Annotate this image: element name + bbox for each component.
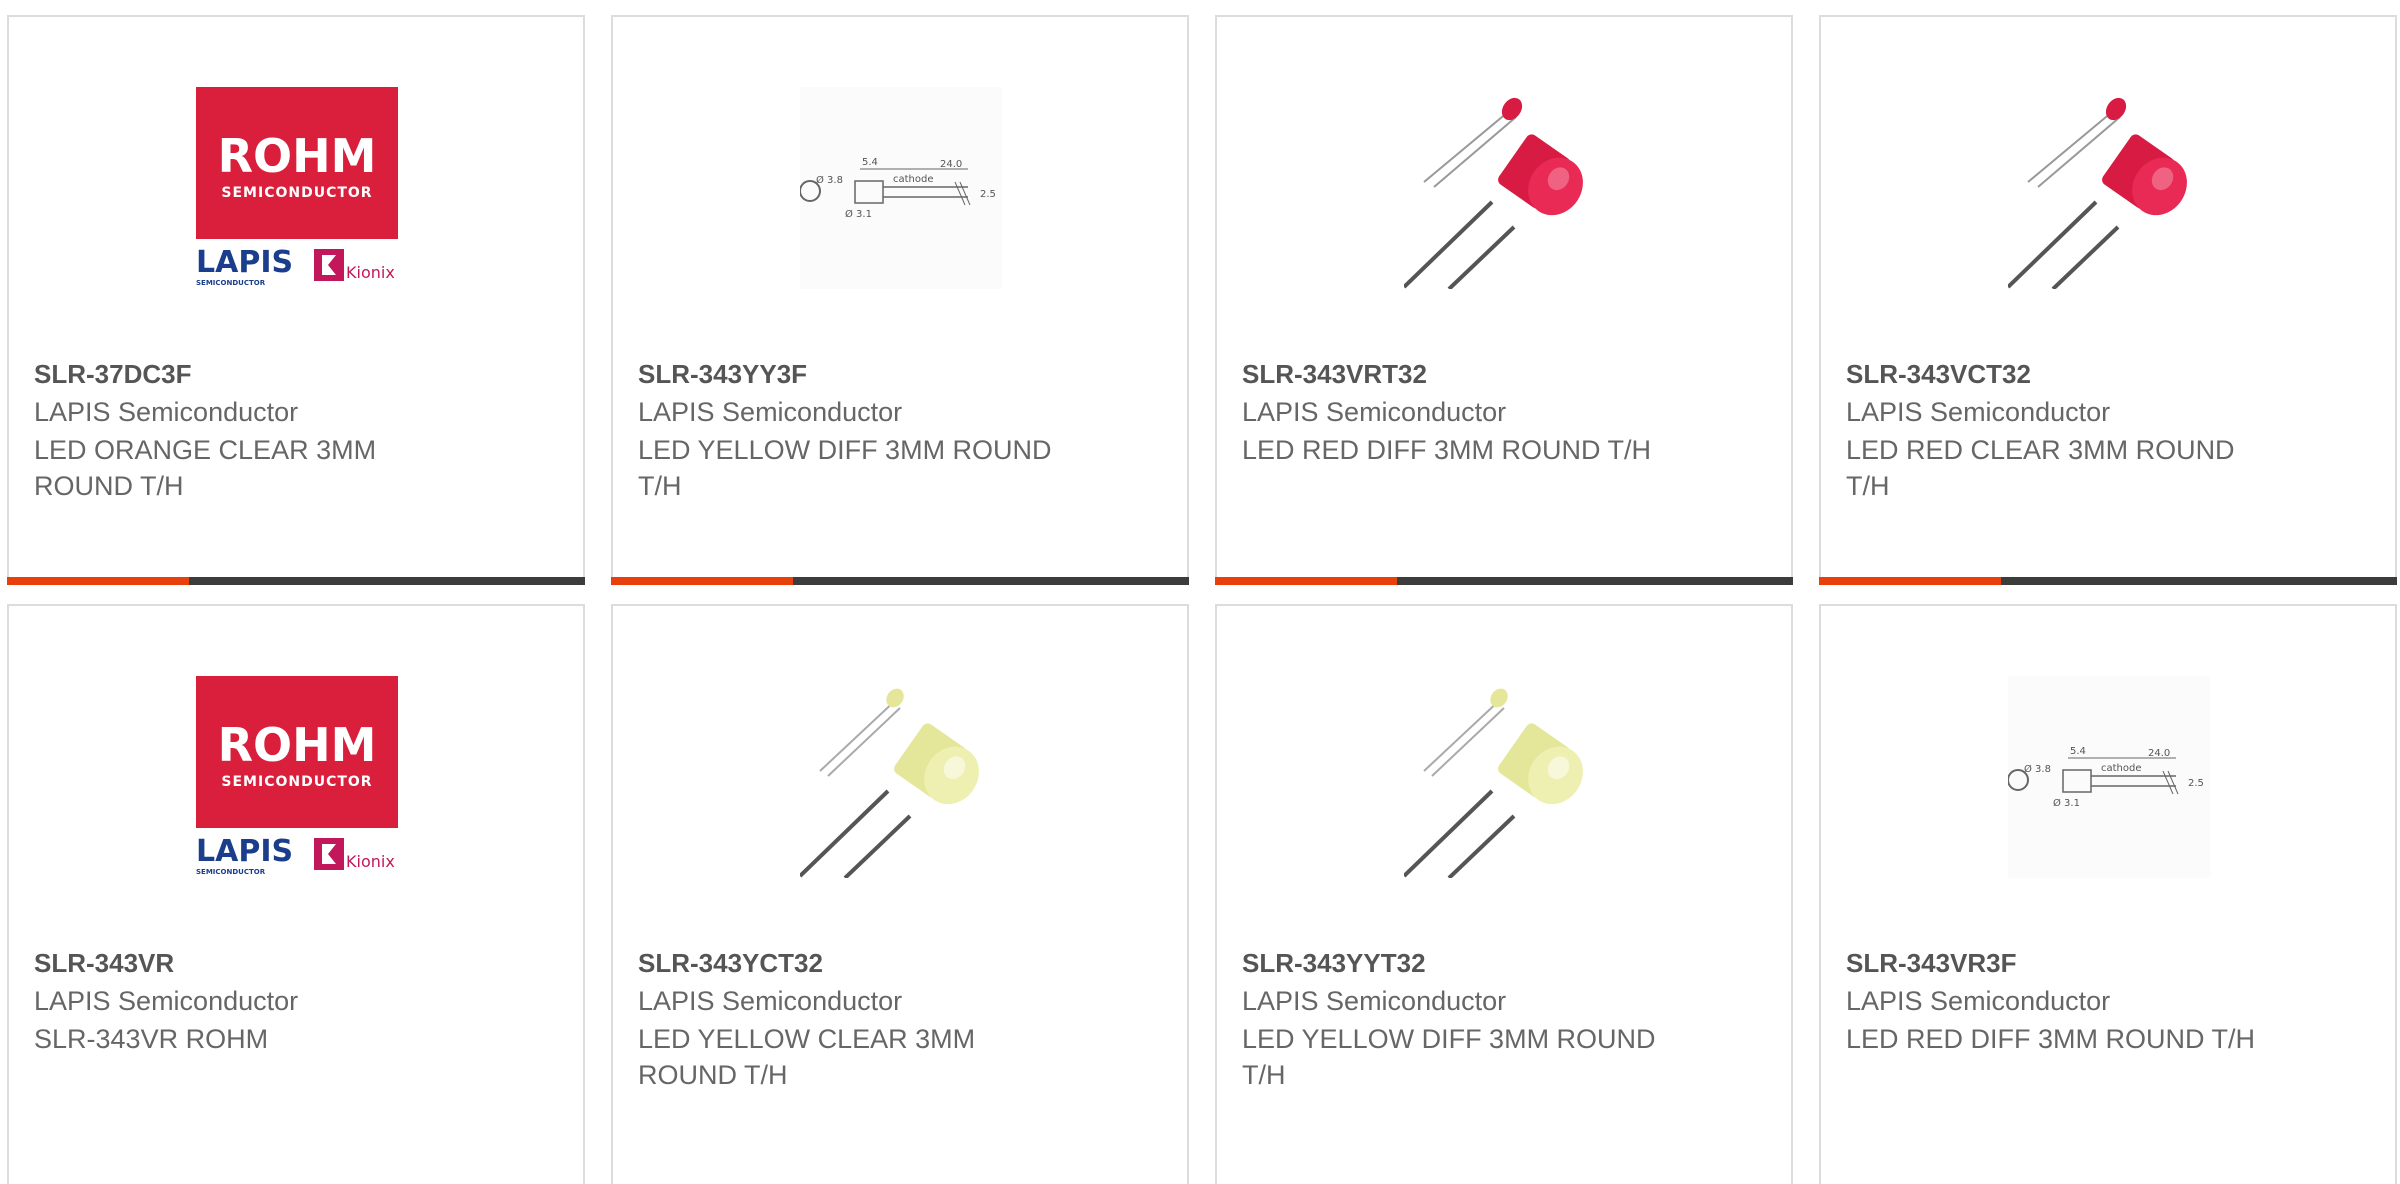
svg-text:2.5: 2.5 bbox=[2188, 778, 2204, 789]
manufacturer-name: LAPIS Semiconductor bbox=[34, 397, 299, 427]
svg-text:Ø 3.8: Ø 3.8 bbox=[2024, 763, 2051, 775]
product-card[interactable]: SLR-343YYT32 LAPIS Semiconductor LED YELLO… bbox=[1215, 604, 1793, 1184]
svg-text:24.0: 24.0 bbox=[940, 159, 962, 170]
product-card[interactable]: ROHM SEMICONDUCTOR LAPIS SEMICONDUCTOR K… bbox=[7, 604, 585, 1184]
led-yellow-photo bbox=[1404, 688, 1583, 878]
lapis-text: LAPIS bbox=[196, 834, 293, 869]
rohm-lapis-kionix-logo: ROHM SEMICONDUCTOR LAPIS SEMICONDUCTOR K… bbox=[196, 87, 398, 287]
product-description: LED RED CLEAR 3MM ROUND T/H bbox=[1846, 435, 2235, 501]
product-grid: ROHM SEMICONDUCTOR LAPIS SEMICONDUCTOR K… bbox=[0, 0, 2400, 1184]
led-yellow-photo bbox=[800, 688, 979, 878]
product-card[interactable]: ROHM SEMICONDUCTOR LAPIS SEMICONDUCTOR K… bbox=[7, 15, 585, 585]
part-number-link[interactable]: SLR-343VR3F bbox=[1846, 948, 2017, 979]
card-accent-bar bbox=[1215, 577, 1397, 585]
kionix-text: Kionix bbox=[346, 852, 395, 871]
manufacturer-name: LAPIS Semiconductor bbox=[638, 397, 903, 427]
rohm-text: ROHM bbox=[218, 718, 377, 772]
manufacturer-name: LAPIS Semiconductor bbox=[1242, 397, 1507, 427]
led-red-photo bbox=[2008, 97, 2187, 289]
rohm-lapis-kionix-logo: ROHM SEMICONDUCTOR LAPIS SEMICONDUCTOR K… bbox=[196, 676, 398, 876]
svg-text:cathode: cathode bbox=[893, 174, 934, 185]
svg-text:cathode: cathode bbox=[2101, 763, 2142, 774]
card-bottom-bar bbox=[1819, 577, 2397, 585]
product-card[interactable]: SLR-343VRT32 LAPIS Semiconductor LED RED D… bbox=[1215, 15, 1793, 585]
rohm-sub-text: SEMICONDUCTOR bbox=[221, 185, 372, 201]
product-description: LED RED DIFF 3MM ROUND T/H bbox=[1242, 435, 1652, 465]
card-accent-bar bbox=[611, 577, 793, 585]
product-image[interactable]: Ø 3.8 5.4 24.0 cathode Ø 3.1 2.5 bbox=[2008, 676, 2210, 878]
manufacturer-name: LAPIS Semiconductor bbox=[1846, 397, 2111, 427]
dimension-drawing: Ø 3.8 5.4 24.0 cathode Ø 3.1 2.5 bbox=[800, 87, 1002, 289]
card-bottom-bar bbox=[7, 577, 585, 585]
lapis-sub-text: SEMICONDUCTOR bbox=[196, 868, 266, 876]
card-bottom-bar bbox=[611, 577, 1189, 585]
product-description: LED YELLOW DIFF 3MM ROUND T/H bbox=[638, 435, 1052, 501]
part-number-link[interactable]: SLR-343YYT32 bbox=[1242, 948, 1426, 979]
kionix-text: Kionix bbox=[346, 263, 395, 282]
lapis-text: LAPIS bbox=[196, 245, 293, 280]
product-description: LED YELLOW DIFF 3MM ROUND T/H bbox=[1242, 1024, 1656, 1090]
svg-text:5.4: 5.4 bbox=[2070, 746, 2086, 757]
product-description: LED RED DIFF 3MM ROUND T/H bbox=[1846, 1024, 2256, 1054]
rohm-text: ROHM bbox=[218, 129, 377, 183]
product-card[interactable]: SLR-343VCT32 LAPIS Semiconductor LED RED C… bbox=[1819, 15, 2397, 585]
product-image[interactable]: ROHM SEMICONDUCTOR LAPIS SEMICONDUCTOR K… bbox=[196, 87, 398, 289]
card-accent-bar bbox=[1819, 577, 2001, 585]
product-image[interactable] bbox=[2008, 87, 2210, 289]
product-image[interactable] bbox=[1404, 87, 1606, 289]
dimension-drawing: Ø 3.8 5.4 24.0 cathode Ø 3.1 2.5 bbox=[2008, 676, 2210, 878]
manufacturer-name: LAPIS Semiconductor bbox=[1242, 986, 1507, 1016]
product-description: SLR-343VR ROHM bbox=[34, 1024, 269, 1054]
part-number-link[interactable]: SLR-343VRT32 bbox=[1242, 359, 1427, 390]
svg-text:2.5: 2.5 bbox=[980, 189, 996, 200]
part-number-link[interactable]: SLR-343YY3F bbox=[638, 359, 807, 390]
svg-text:5.4: 5.4 bbox=[862, 157, 878, 168]
product-card[interactable]: Ø 3.8 5.4 24.0 cathode Ø 3.1 2.5 SLR-343… bbox=[1819, 604, 2397, 1184]
svg-text:Ø 3.1: Ø 3.1 bbox=[2053, 797, 2080, 809]
product-card[interactable]: Ø 3.8 5.4 24.0 cathode Ø 3.1 2.5 SLR-343… bbox=[611, 15, 1189, 585]
product-image[interactable]: Ø 3.8 5.4 24.0 cathode Ø 3.1 2.5 bbox=[800, 87, 1002, 289]
manufacturer-name: LAPIS Semiconductor bbox=[1846, 986, 2111, 1016]
part-number-link[interactable]: SLR-37DC3F bbox=[34, 359, 191, 390]
svg-text:Ø 3.8: Ø 3.8 bbox=[816, 174, 843, 186]
product-image[interactable]: ROHM SEMICONDUCTOR LAPIS SEMICONDUCTOR K… bbox=[196, 676, 398, 878]
lapis-sub-text: SEMICONDUCTOR bbox=[196, 279, 266, 287]
svg-text:24.0: 24.0 bbox=[2148, 748, 2170, 759]
product-card[interactable]: SLR-343YCT32 LAPIS Semiconductor LED YELLO… bbox=[611, 604, 1189, 1184]
led-red-photo bbox=[1404, 97, 1583, 289]
part-number-link[interactable]: SLR-343VCT32 bbox=[1846, 359, 2031, 390]
product-image[interactable] bbox=[800, 676, 1002, 878]
manufacturer-name: LAPIS Semiconductor bbox=[638, 986, 903, 1016]
svg-text:Ø 3.1: Ø 3.1 bbox=[845, 208, 872, 220]
manufacturer-name: LAPIS Semiconductor bbox=[34, 986, 299, 1016]
card-accent-bar bbox=[7, 577, 189, 585]
rohm-sub-text: SEMICONDUCTOR bbox=[221, 774, 372, 790]
product-description: LED YELLOW CLEAR 3MM ROUND T/H bbox=[638, 1024, 976, 1090]
card-bottom-bar bbox=[1215, 577, 1793, 585]
part-number-link[interactable]: SLR-343VR bbox=[34, 948, 174, 979]
part-number-link[interactable]: SLR-343YCT32 bbox=[638, 948, 823, 979]
product-description: LED ORANGE CLEAR 3MM ROUND T/H bbox=[34, 435, 377, 501]
product-image[interactable] bbox=[1404, 676, 1606, 878]
